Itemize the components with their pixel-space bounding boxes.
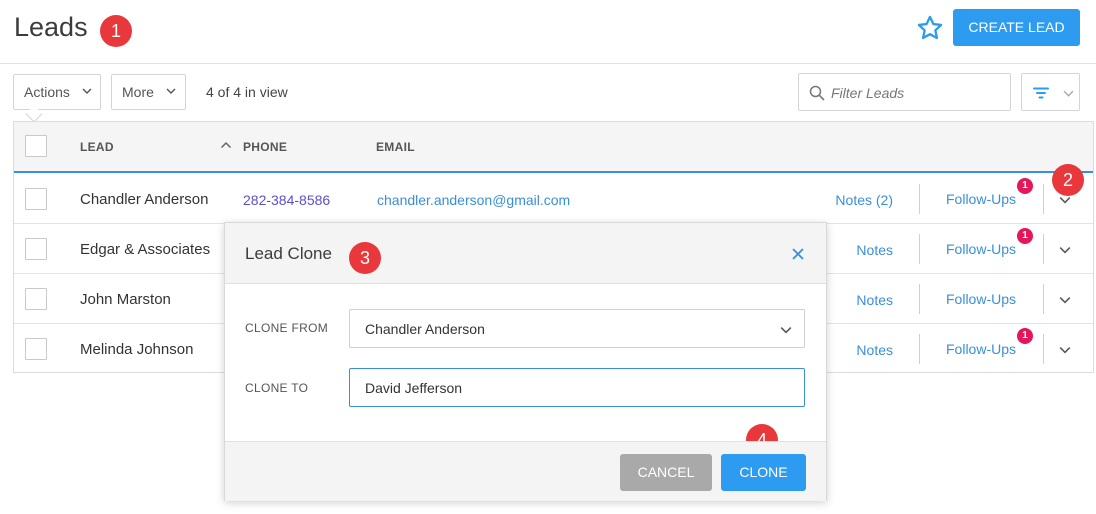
filter-icon (1033, 87, 1049, 99)
clone-to-label: CLONE TO (245, 381, 309, 395)
column-header-lead[interactable]: LEAD (80, 140, 114, 154)
dialog-header: Lead Clone 3 (225, 223, 826, 284)
follow-ups-link[interactable]: Follow-Ups (946, 191, 1016, 207)
filter-leads-input[interactable] (831, 82, 1001, 104)
clone-button[interactable]: CLONE (721, 454, 806, 491)
lead-phone[interactable]: 282-384-8586 (243, 192, 330, 208)
chevron-down-icon (166, 88, 176, 94)
follow-ups-count-badge: 1 (1017, 228, 1033, 244)
chevron-down-icon[interactable] (1059, 294, 1071, 306)
row-checkbox[interactable] (25, 188, 47, 210)
follow-ups-link[interactable]: Follow-Ups (946, 291, 1016, 307)
table-row: Chandler Anderson 282-384-8586 chandler.… (14, 174, 1093, 224)
dialog-title: Lead Clone (245, 244, 332, 263)
more-dropdown[interactable]: More (111, 74, 186, 110)
select-all-checkbox[interactable] (25, 135, 47, 157)
follow-ups-count-badge: 1 (1017, 178, 1033, 194)
lead-name[interactable]: John Marston (80, 291, 171, 308)
table-header: LEAD PHONE EMAIL (14, 122, 1093, 173)
clone-to-value: David Jefferson (365, 380, 463, 396)
row-checkbox[interactable] (25, 338, 47, 360)
actions-label: Actions (24, 84, 70, 100)
notes-link[interactable]: Notes (856, 242, 893, 258)
dialog-footer: CANCEL CLONE (225, 441, 826, 501)
more-label: More (122, 84, 154, 100)
sort-ascending-icon[interactable] (220, 140, 232, 150)
star-icon[interactable] (916, 14, 944, 42)
divider (919, 334, 920, 364)
lead-name[interactable]: Edgar & Associates (80, 241, 210, 258)
actions-dropdown[interactable]: Actions (13, 74, 101, 110)
divider (919, 284, 920, 314)
chevron-down-icon (1063, 90, 1074, 97)
lead-clone-dialog: Lead Clone 3 CLONE FROM Chandler Anderso… (224, 222, 827, 501)
follow-ups-link[interactable]: Follow-Ups (946, 241, 1016, 257)
divider (919, 234, 920, 264)
step-marker-1: 1 (100, 15, 132, 47)
divider (1043, 284, 1044, 314)
column-header-email[interactable]: EMAIL (376, 140, 415, 154)
view-count: 4 of 4 in view (206, 84, 288, 100)
clone-from-select[interactable]: Chandler Anderson (349, 309, 805, 348)
divider (1043, 234, 1044, 264)
divider (1043, 184, 1044, 214)
chevron-down-icon[interactable] (1059, 344, 1071, 356)
row-checkbox[interactable] (25, 238, 47, 260)
lead-name[interactable]: Chandler Anderson (80, 191, 208, 208)
filter-leads-field[interactable] (798, 73, 1011, 111)
search-icon (809, 85, 825, 101)
lead-email[interactable]: chandler.anderson@gmail.com (377, 192, 570, 208)
cancel-button[interactable]: CANCEL (620, 454, 712, 491)
follow-ups-link[interactable]: Follow-Ups (946, 341, 1016, 357)
close-icon[interactable] (791, 247, 805, 261)
clone-from-label: CLONE FROM (245, 321, 329, 335)
page-title: Leads (14, 12, 88, 42)
filter-button[interactable] (1021, 73, 1059, 111)
create-lead-button[interactable]: CREATE LEAD (953, 9, 1080, 46)
step-marker-2: 2 (1052, 164, 1084, 196)
notes-link[interactable]: Notes (2) (835, 192, 893, 208)
row-checkbox[interactable] (25, 288, 47, 310)
divider (919, 184, 920, 214)
chevron-down-icon (780, 327, 792, 334)
clone-to-input[interactable]: David Jefferson (349, 368, 805, 407)
page-header: Leads 1 CREATE LEAD (0, 0, 1096, 64)
column-header-phone[interactable]: PHONE (243, 140, 287, 154)
lead-name[interactable]: Melinda Johnson (80, 341, 193, 358)
clone-from-value: Chandler Anderson (365, 321, 485, 337)
filter-options-dropdown[interactable] (1058, 73, 1080, 111)
step-marker-3: 3 (349, 242, 381, 274)
notes-link[interactable]: Notes (856, 292, 893, 308)
chevron-down-icon[interactable] (1059, 244, 1071, 256)
divider (1043, 334, 1044, 364)
leads-page: Leads 1 CREATE LEAD Actions More 4 of 4 … (0, 0, 1096, 514)
notes-link[interactable]: Notes (856, 342, 893, 358)
chevron-down-icon (82, 88, 92, 94)
follow-ups-count-badge: 1 (1017, 328, 1033, 344)
